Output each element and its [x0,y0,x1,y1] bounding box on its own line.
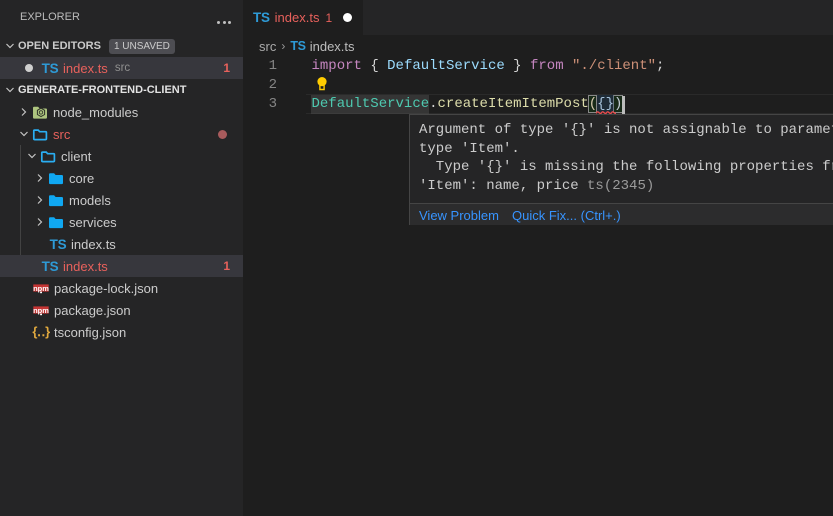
svg-text:npm: npm [33,284,49,293]
svg-text:npm: npm [33,306,49,315]
